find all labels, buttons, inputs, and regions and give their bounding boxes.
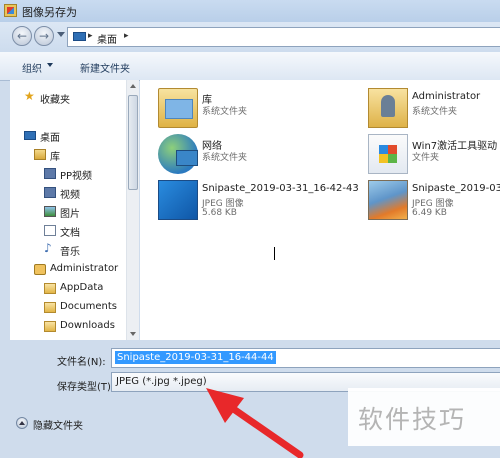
arrow-head — [206, 388, 244, 423]
red-arrow-annotation-icon — [206, 388, 304, 458]
